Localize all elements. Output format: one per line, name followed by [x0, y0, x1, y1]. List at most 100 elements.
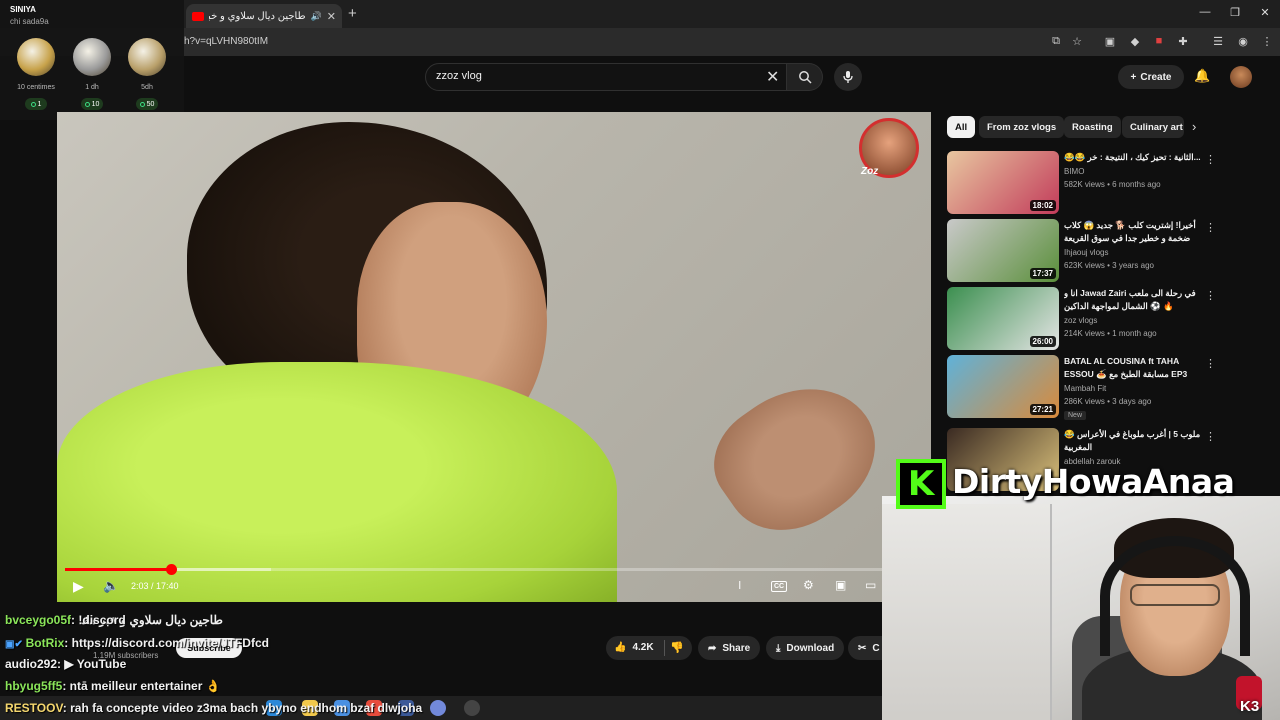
- streamer-name: DirtyHowaAnaa: [952, 462, 1235, 501]
- clip-button[interactable]: ✂ C: [848, 636, 882, 660]
- puzzle-icon[interactable]: ✚: [1176, 35, 1190, 48]
- search-icon: [798, 71, 812, 84]
- recommendation-thumbnail[interactable]: 27:21: [947, 355, 1059, 418]
- extension-red-icon[interactable]: ■: [1152, 35, 1166, 47]
- minimize-button[interactable]: —: [1190, 6, 1220, 18]
- more-options-icon[interactable]: ⋮: [1205, 289, 1216, 302]
- url-input[interactable]: h?v=qLVHN980tIM: [184, 36, 268, 47]
- share-label: Share: [722, 642, 751, 654]
- recommendation-channel[interactable]: Mambah Fit: [1064, 384, 1106, 393]
- scissors-icon: ✂: [858, 642, 867, 654]
- play-button[interactable]: ▶: [73, 578, 84, 595]
- recommendation-meta: 286K views • 3 days ago: [1064, 397, 1152, 406]
- notifications-bell-icon[interactable]: 🔔: [1194, 68, 1210, 84]
- more-options-icon[interactable]: ⋮: [1205, 153, 1216, 166]
- webcam-background-door: [882, 504, 1052, 720]
- coin-donation-overlay: SINIYA chi sada9a 10 centimes 1 dh 5dh 1…: [0, 0, 184, 120]
- recommendation-meta: 623K views • 3 years ago: [1064, 261, 1154, 270]
- tab-title: طاجين ديال سلاوي و خبر مفـ: [209, 10, 306, 22]
- profile-icon[interactable]: ◉: [1236, 35, 1250, 48]
- recommendation-channel[interactable]: BIMO: [1064, 167, 1084, 176]
- chat-message: bvceygo05f: !discord: [5, 613, 126, 627]
- captions-button[interactable]: CC: [771, 581, 788, 592]
- more-options-icon[interactable]: ⋮: [1205, 357, 1216, 370]
- recommendation-title[interactable]: 😂 ملوب 5 | أغرب ملوباغ في الأعراس المغرب…: [1064, 428, 1202, 454]
- search-box[interactable]: zzoz vlog ✕: [425, 63, 787, 91]
- search-input[interactable]: zzoz vlog: [436, 70, 482, 82]
- more-options-icon[interactable]: ⋮: [1205, 430, 1216, 443]
- chat-text: : rah fa concepte video z3ma bach ybyno …: [62, 701, 423, 715]
- coin-5-dh-icon: [128, 38, 166, 76]
- recommendation-thumbnail[interactable]: 17:37: [947, 219, 1059, 282]
- recommendation-thumbnail[interactable]: 26:00: [947, 287, 1059, 350]
- volume-icon[interactable]: 🔈: [103, 578, 119, 594]
- recommendation-item[interactable]: 17:37 أخيرا! إشتريت كلب 🐕 جديد 😱 كلاب ضخ…: [947, 219, 1217, 283]
- like-dislike-group: 👍 4.2K 👎: [606, 636, 692, 660]
- duration-badge: 17:37: [1029, 268, 1056, 279]
- video-player[interactable]: Zoz ▶ 🔈 2:03 / 17:40 ⏽ CC ⚙ ▣ ▭: [57, 112, 931, 602]
- recommendation-thumbnail[interactable]: 18:02: [947, 151, 1059, 214]
- chip-culinary-art[interactable]: Culinary art: [1122, 116, 1184, 138]
- discord-icon[interactable]: [430, 700, 446, 716]
- miniplayer-icon[interactable]: ▣: [835, 578, 846, 592]
- like-count: 4.2K: [632, 642, 654, 653]
- recommendation-title[interactable]: BATAL AL COUSINA ft TAHA ESSOU 🍝 مسابقة …: [1064, 355, 1202, 381]
- kick-logo-icon: K: [896, 459, 946, 509]
- thumbs-down-icon[interactable]: 👎: [670, 641, 684, 654]
- recommendation-title[interactable]: 😂😂 الثانية : تحيز كيك ، النتيجة : خر...: [1064, 151, 1202, 164]
- like-button[interactable]: 👍 4.2K: [614, 642, 654, 653]
- chat-username: BotRix: [25, 636, 65, 650]
- chevron-right-icon[interactable]: ›: [1192, 119, 1196, 134]
- create-button[interactable]: + Create: [1118, 65, 1184, 89]
- browser-tab-bar: طاجين ديال سلاوي و خبر مفـ 🔊 ✕ + — ❐ ✕: [0, 0, 1280, 28]
- cast-icon[interactable]: ⧉: [1049, 35, 1063, 48]
- like-divider: [664, 640, 665, 656]
- duration-badge: 26:00: [1029, 336, 1056, 347]
- clear-search-icon[interactable]: ✕: [766, 67, 779, 87]
- coin-label: 5dh: [141, 84, 153, 91]
- coin-label: 10 centimes: [17, 84, 55, 91]
- voice-search-button[interactable]: [834, 63, 862, 91]
- translate-icon[interactable]: ▣: [1103, 35, 1117, 48]
- account-avatar[interactable]: [1230, 66, 1252, 88]
- recommendation-item[interactable]: 26:00 انا و Jawad Zairi في رحلة الى ملعب…: [947, 287, 1217, 351]
- settings-gear-icon[interactable]: ⚙: [803, 578, 814, 592]
- chat-text: : ▶ YouTube: [57, 657, 127, 671]
- close-window-button[interactable]: ✕: [1250, 6, 1280, 19]
- coin-count-icon: [30, 101, 36, 107]
- chat-text: : https://discord.com/invite/JTFDfcd: [64, 636, 269, 650]
- browser-tab-active[interactable]: طاجين ديال سلاوي و خبر مفـ 🔊 ✕: [186, 4, 342, 28]
- coin-count: 10: [91, 100, 100, 108]
- recommendation-channel[interactable]: Ihjaouj vlogs: [1064, 248, 1108, 257]
- recommendation-title[interactable]: أخيرا! إشتريت كلب 🐕 جديد 😱 كلاب ضخمة و خ…: [1064, 219, 1202, 246]
- headset-icon: [1100, 536, 1250, 656]
- download-button[interactable]: ⤓ Download: [766, 636, 845, 660]
- menu-dots-icon[interactable]: ⋮: [1260, 35, 1274, 48]
- coin-count-badge: 50: [136, 98, 158, 110]
- coin-count-icon: [84, 101, 90, 107]
- media-icon[interactable]: ☰: [1211, 35, 1225, 48]
- duration-badge: 27:21: [1029, 404, 1056, 415]
- extension-icon[interactable]: ◆: [1128, 35, 1142, 48]
- search-button[interactable]: [787, 63, 823, 91]
- recommendation-item[interactable]: 27:21 BATAL AL COUSINA ft TAHA ESSOU 🍝 م…: [947, 355, 1217, 420]
- obs-icon[interactable]: [464, 700, 480, 716]
- chip-roasting[interactable]: Roasting: [1064, 116, 1121, 138]
- channel-watermark-text: Zoz: [861, 166, 879, 177]
- autoplay-toggle[interactable]: ⏽: [735, 578, 745, 593]
- download-icon: ⤓: [776, 642, 781, 654]
- share-button[interactable]: ➦ Share: [698, 636, 761, 660]
- chip-from-zoz-vlogs[interactable]: From zoz vlogs: [979, 116, 1065, 138]
- recommendation-channel[interactable]: zoz vlogs: [1064, 316, 1097, 325]
- bot-badge-icon: ▣✔: [5, 639, 26, 650]
- recommendation-item[interactable]: 18:02 😂😂 الثانية : تحيز كيك ، النتيجة : …: [947, 151, 1217, 215]
- theater-mode-icon[interactable]: ▭: [865, 578, 876, 592]
- chat-username: RESTOOV: [5, 701, 63, 715]
- close-tab-icon[interactable]: ✕: [327, 10, 336, 23]
- restore-button[interactable]: ❐: [1220, 6, 1250, 19]
- bookmark-star-icon[interactable]: ☆: [1070, 35, 1084, 48]
- new-tab-button[interactable]: +: [348, 5, 357, 22]
- recommendation-title[interactable]: انا و Jawad Zairi في رحلة الى ملعب ⚽ الش…: [1064, 287, 1202, 313]
- chip-all[interactable]: All: [947, 116, 976, 138]
- more-options-icon[interactable]: ⋮: [1205, 221, 1216, 234]
